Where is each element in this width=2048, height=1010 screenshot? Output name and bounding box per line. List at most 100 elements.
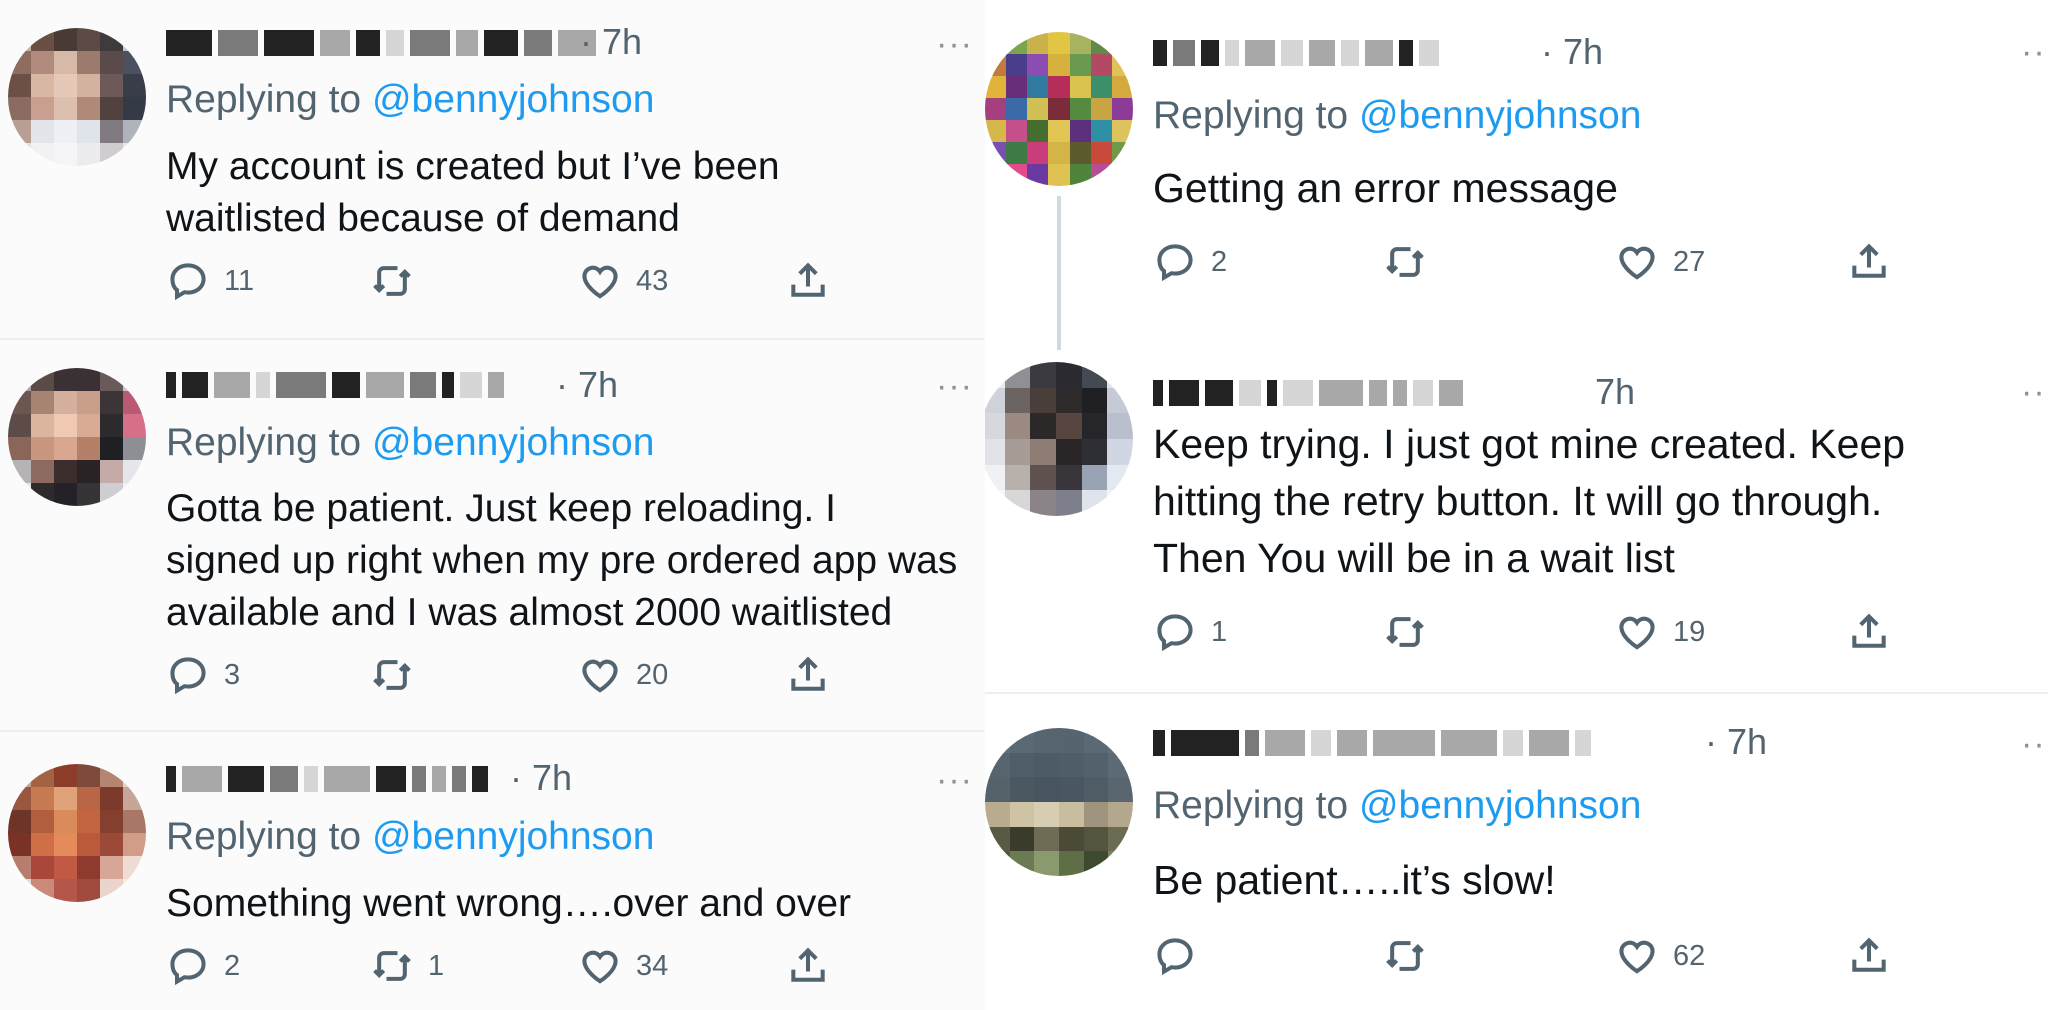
retweet-icon xyxy=(373,660,411,690)
reply-tweet[interactable]: · 7h ··· Replying to @bennyjohnson My ac… xyxy=(0,0,985,338)
retweet-button[interactable]: 1 xyxy=(370,944,444,988)
replying-to: Replying to @bennyjohnson xyxy=(1153,783,1641,829)
tweet-text-line: Something went wrong….over and over xyxy=(166,882,852,925)
more-options-icon[interactable]: ··· xyxy=(2021,375,2048,409)
replying-to: Replying to @bennyjohnson xyxy=(166,420,654,466)
tweet-time[interactable]: 7h xyxy=(1595,372,1635,412)
reply-count: 2 xyxy=(1211,245,1228,278)
like-count: 62 xyxy=(1673,939,1706,972)
right-reply-column: · 7h ··· Replying to @bennyjohnson Getti… xyxy=(985,0,2048,1010)
tweet-time[interactable]: · 7h xyxy=(510,758,572,798)
reply-count: 1 xyxy=(1211,615,1228,648)
tweet-time[interactable]: · 7h xyxy=(556,365,618,405)
share-button[interactable] xyxy=(786,259,830,303)
reply-tweet[interactable]: · 7h ··· Replying to @bennyjohnson Somet… xyxy=(0,732,985,1010)
display-name-redacted[interactable] xyxy=(1153,728,1591,758)
tweet-actions: 1 19 xyxy=(1153,610,1886,658)
retweet-button[interactable] xyxy=(1383,240,1441,284)
retweet-count: 1 xyxy=(428,949,445,982)
tweet-text-line: Getting an error message xyxy=(1153,165,1618,211)
retweet-button[interactable] xyxy=(1383,934,1441,978)
avatar[interactable] xyxy=(8,28,146,166)
reply-handle-link[interactable]: @bennyjohnson xyxy=(372,421,654,464)
replying-label: Replying to xyxy=(166,78,362,121)
display-name-redacted[interactable] xyxy=(166,764,488,794)
more-options-icon[interactable]: ··· xyxy=(936,27,973,61)
like-button[interactable]: 27 xyxy=(1615,240,1705,284)
reply-count: 11 xyxy=(224,264,255,297)
reply-button[interactable] xyxy=(1153,934,1211,978)
reply-tweet[interactable]: · 7h ··· Replying to @bennyjohnson Be pa… xyxy=(985,694,2048,1010)
reply-count: 3 xyxy=(224,658,241,691)
share-button[interactable] xyxy=(1847,934,1891,978)
reply-tweet[interactable]: 7h ··· Keep trying. I just got mine crea… xyxy=(985,360,2048,692)
reply-button[interactable]: 1 xyxy=(1153,610,1227,654)
retweet-icon xyxy=(1386,941,1424,971)
more-options-icon[interactable]: ··· xyxy=(936,369,973,403)
share-button[interactable] xyxy=(1847,610,1891,654)
reply-icon xyxy=(170,657,206,695)
avatar[interactable] xyxy=(985,728,1133,876)
display-name-redacted[interactable] xyxy=(166,370,504,400)
heart-icon xyxy=(582,950,618,984)
share-icon xyxy=(1852,613,1886,648)
replying-to: Replying to @bennyjohnson xyxy=(166,77,654,123)
reply-button[interactable]: 11 xyxy=(166,259,254,303)
reply-button[interactable]: 2 xyxy=(166,944,240,988)
replying-label: Replying to xyxy=(1153,94,1349,137)
reply-handle-link[interactable]: @bennyjohnson xyxy=(372,815,654,858)
avatar[interactable] xyxy=(8,368,146,506)
tweet-actions: 2 27 xyxy=(1153,240,1886,288)
share-button[interactable] xyxy=(1847,240,1891,284)
reply-icon xyxy=(170,263,206,301)
more-options-icon[interactable]: ··· xyxy=(2021,727,2048,761)
like-button[interactable]: 19 xyxy=(1615,610,1705,654)
retweet-button[interactable] xyxy=(370,259,428,303)
replying-label: Replying to xyxy=(166,421,362,464)
tweet-text-line: Then You will be in a wait list xyxy=(1153,535,1675,581)
tweet-time[interactable]: · 7h xyxy=(1541,32,1603,72)
replying-to: Replying to @bennyjohnson xyxy=(166,814,654,860)
tweet-text-line: Be patient…..it’s slow! xyxy=(1153,857,1556,903)
like-count: 43 xyxy=(636,264,669,297)
reply-button[interactable]: 3 xyxy=(166,653,240,697)
heart-icon xyxy=(1619,246,1655,280)
display-name-redacted[interactable] xyxy=(1153,38,1439,68)
more-options-icon[interactable]: ··· xyxy=(936,763,973,797)
tweet-time[interactable]: · 7h xyxy=(580,22,642,62)
like-button[interactable]: 34 xyxy=(578,944,668,988)
avatar[interactable] xyxy=(985,362,1133,516)
reply-tweet[interactable]: · 7h ··· Replying to @bennyjohnson Gotta… xyxy=(0,340,985,730)
reply-tweet[interactable]: · 7h ··· Replying to @bennyjohnson Getti… xyxy=(985,0,2048,360)
more-options-icon[interactable]: ··· xyxy=(2021,35,2048,69)
share-icon xyxy=(791,656,825,691)
share-button[interactable] xyxy=(786,653,830,697)
tweet-time[interactable]: · 7h xyxy=(1705,722,1767,762)
display-name-redacted[interactable] xyxy=(1153,378,1463,408)
reply-icon xyxy=(1157,244,1193,282)
reply-handle-link[interactable]: @bennyjohnson xyxy=(1359,94,1641,137)
avatar[interactable] xyxy=(8,764,146,902)
replying-to: Replying to @bennyjohnson xyxy=(1153,93,1641,139)
display-name-redacted[interactable] xyxy=(166,28,596,58)
like-button[interactable]: 62 xyxy=(1615,934,1705,978)
reply-count: 2 xyxy=(224,949,241,982)
tweet-actions: 2 1 34 xyxy=(166,944,826,992)
retweet-button[interactable] xyxy=(1383,610,1441,654)
like-button[interactable]: 20 xyxy=(578,653,668,697)
avatar[interactable] xyxy=(985,32,1133,186)
like-button[interactable]: 43 xyxy=(578,259,668,303)
retweet-button[interactable] xyxy=(370,653,428,697)
reply-icon xyxy=(1157,938,1193,976)
heart-icon xyxy=(1619,616,1655,650)
share-button[interactable] xyxy=(786,944,830,988)
reply-handle-link[interactable]: @bennyjohnson xyxy=(1359,784,1641,827)
tweet-text-line: waitlisted because of demand xyxy=(166,197,680,240)
share-icon xyxy=(791,947,825,982)
tweet-text-line: My account is created but I’ve been xyxy=(166,145,780,188)
reply-handle-link[interactable]: @bennyjohnson xyxy=(372,78,654,121)
reply-button[interactable]: 2 xyxy=(1153,240,1227,284)
retweet-icon xyxy=(373,266,411,296)
tweet-text: Getting an error message xyxy=(1153,160,1618,217)
like-count: 20 xyxy=(636,658,669,691)
